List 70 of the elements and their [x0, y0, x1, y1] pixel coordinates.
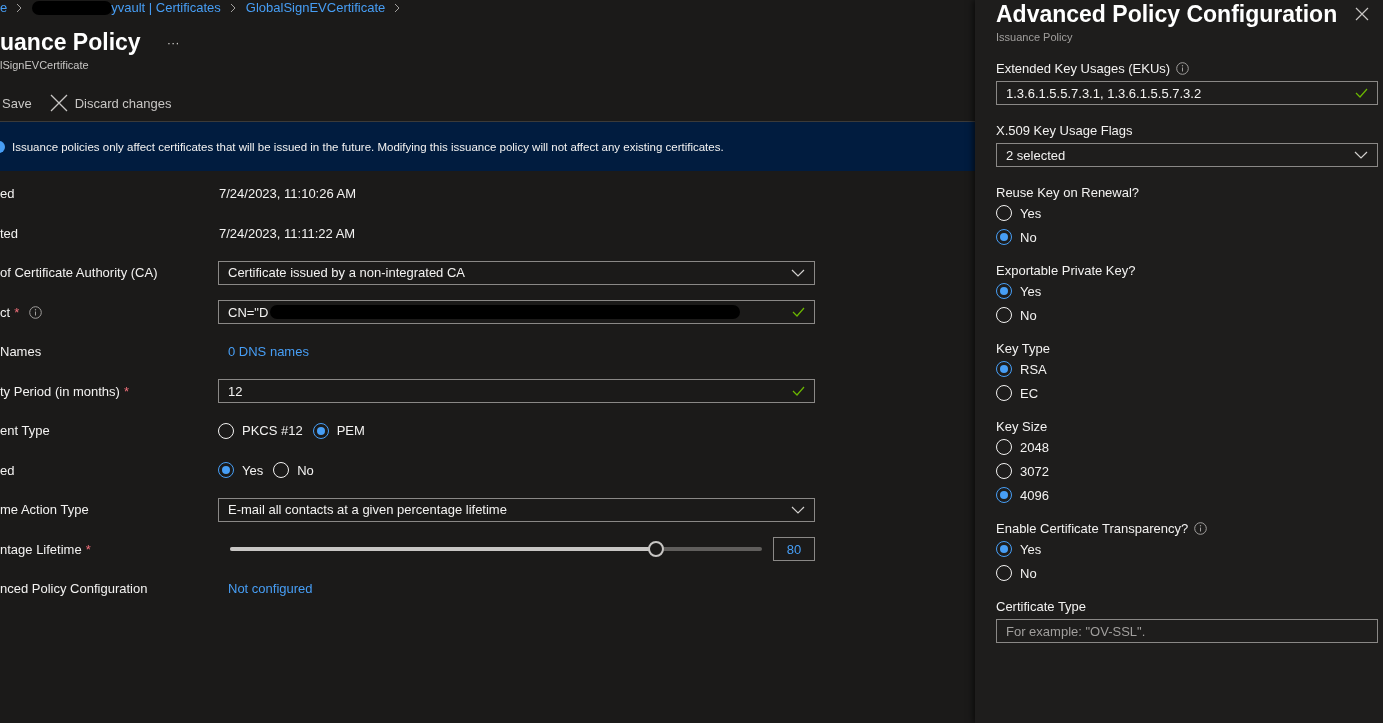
radio-option[interactable]: No — [996, 307, 1037, 323]
chevron-right-icon — [394, 2, 402, 13]
slider-thumb[interactable] — [647, 541, 664, 558]
field-label: Names — [0, 344, 42, 360]
input-field[interactable]: For example: "OV-SSL". — [996, 619, 1378, 643]
more-button[interactable]: ··· — [162, 34, 184, 50]
radio-option[interactable]: PKCS #12 — [218, 422, 303, 439]
radio-option[interactable]: Yes — [996, 205, 1042, 221]
field-label: ty Period (in months) — [0, 383, 120, 399]
field-label: Key Size — [996, 418, 1048, 434]
radio-option[interactable]: 4096 — [996, 487, 1049, 503]
field-label: Exportable Private Key? — [996, 262, 1136, 278]
page-title: uance Policy — [0, 28, 141, 56]
input-field[interactable]: 12 — [218, 379, 815, 404]
radio-option[interactable]: Yes — [996, 283, 1042, 299]
dropdown[interactable]: 2 selected — [996, 143, 1378, 167]
field-link[interactable]: 0 DNS names — [218, 344, 309, 360]
breadcrumb-link[interactable]: GlobalSignEVCertificate — [245, 0, 386, 15]
radio-option[interactable]: No — [996, 229, 1037, 245]
panel-title: Advanced Policy Configuration — [996, 0, 1338, 28]
dropdown[interactable]: E-mail all contacts at a given percentage lifetime — [218, 497, 815, 522]
panel-subtitle: Issuance Policy — [996, 31, 1074, 43]
required-mark: * — [14, 304, 20, 320]
save-button[interactable]: Save — [0, 95, 34, 111]
field-label: nced Policy Configuration — [0, 581, 148, 597]
slider-value-field[interactable]: 80 — [773, 537, 815, 562]
field-label: ent Type — [0, 423, 50, 439]
discard-button[interactable]: Discard changes — [47, 94, 174, 112]
chevron-down-icon — [1354, 151, 1368, 159]
close-icon[interactable] — [1355, 7, 1369, 21]
field-label: ed — [0, 462, 15, 478]
radio-option[interactable]: Yes — [218, 462, 264, 479]
radio-option[interactable]: No — [273, 462, 314, 479]
field-label: Enable Certificate Transparency? — [996, 520, 1189, 536]
chevron-down-icon — [791, 268, 805, 277]
field-value: 7/24/2023, 11:11:22 AM — [218, 225, 356, 241]
field-label: of Certificate Authority (CA) — [0, 265, 158, 281]
radio-option[interactable]: Yes — [996, 541, 1042, 557]
chevron-right-icon — [16, 2, 24, 13]
field-label: Extended Key Usages (EKUs) — [996, 60, 1171, 76]
radio-option[interactable]: 2048 — [996, 439, 1049, 455]
field-label: X.509 Key Usage Flags — [996, 122, 1133, 138]
page-subtitle: lSignEVCertificate — [0, 59, 90, 71]
field-label: ntage Lifetime — [0, 541, 82, 557]
radio-option[interactable]: No — [996, 565, 1037, 581]
radio-option[interactable]: RSA — [996, 361, 1047, 377]
banner-text: Issuance policies only affect certificates that will be issued in the future. Modifying this issuance policy will not affect any existing certificates. — [12, 140, 724, 153]
required-mark: * — [85, 541, 91, 557]
breadcrumb-link[interactable]: e — [0, 0, 8, 15]
field-label: ted — [0, 225, 19, 241]
field-label: ed — [0, 186, 15, 202]
field-label: me Action Type — [0, 502, 89, 518]
slider-track[interactable] — [230, 541, 762, 558]
field-link[interactable]: Not configured — [218, 581, 313, 597]
chevron-right-icon — [229, 2, 237, 13]
close-icon — [49, 94, 68, 112]
field-label: ct — [0, 304, 11, 320]
breadcrumb-link[interactable]: yvault | Certificates — [111, 0, 221, 15]
field-label: Reuse Key on Renewal? — [996, 184, 1140, 200]
field-label: Key Type — [996, 340, 1050, 356]
radio-option[interactable]: 3072 — [996, 463, 1049, 479]
field-label: Certificate Type — [996, 598, 1087, 614]
chevron-down-icon — [791, 505, 805, 514]
input-field[interactable]: 1.3.6.1.5.5.7.3.1, 1.3.6.1.5.5.7.3.2 — [996, 81, 1378, 105]
input-field[interactable]: CN="D — [218, 300, 815, 325]
field-value: 7/24/2023, 11:10:26 AM — [218, 186, 357, 202]
required-mark: * — [123, 383, 129, 399]
radio-option[interactable]: EC — [996, 385, 1039, 401]
dropdown[interactable]: Certificate issued by a non-integrated CA — [218, 260, 815, 285]
radio-option[interactable]: PEM — [312, 422, 365, 439]
